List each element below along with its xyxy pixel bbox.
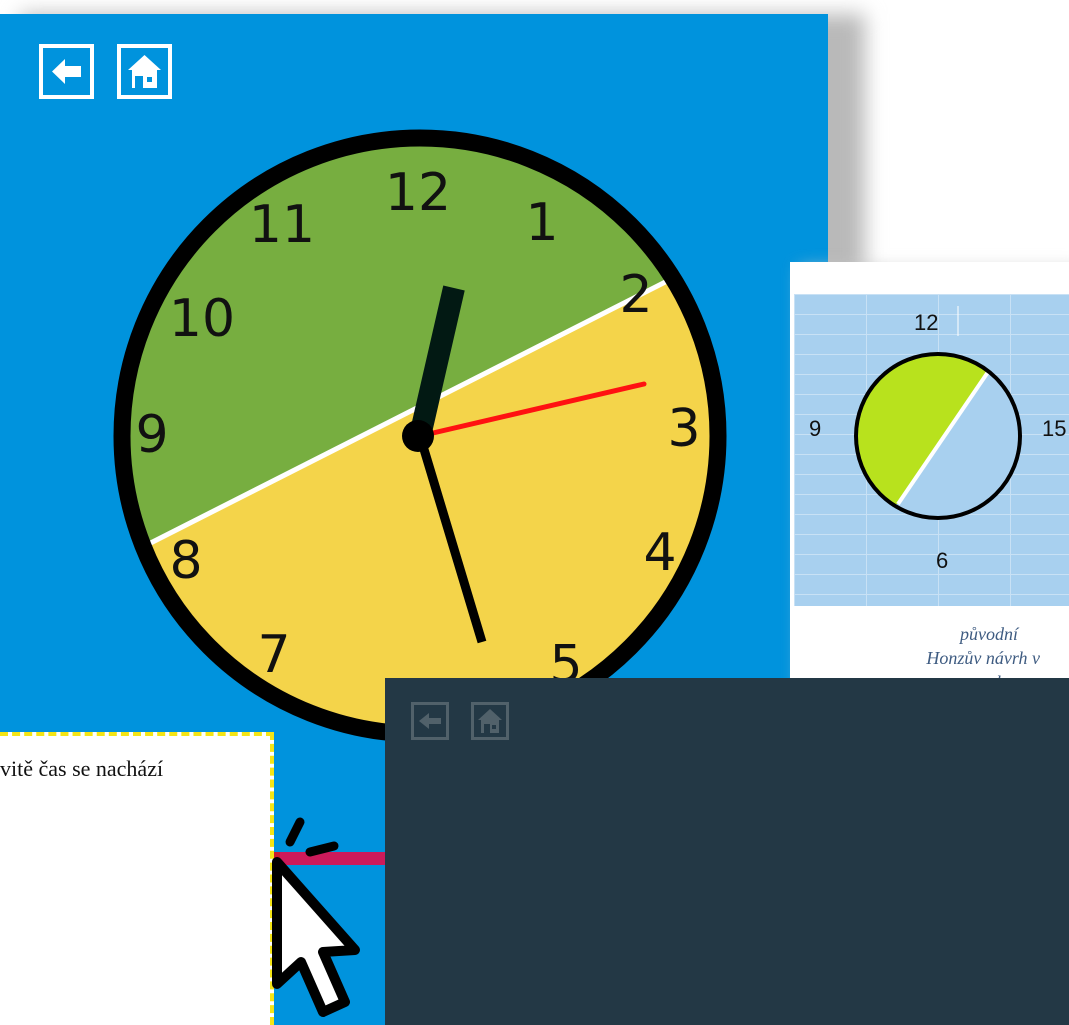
clock-number-9: 9 — [135, 405, 168, 465]
clock-center-pin — [402, 420, 434, 452]
clock-number-4: 4 — [643, 523, 676, 583]
excel-label-bottom: 6 — [936, 548, 949, 573]
dark-home-button[interactable] — [471, 702, 509, 740]
clock-number-12: 12 — [385, 163, 451, 223]
clock-number-2: 2 — [619, 265, 652, 325]
dark-preview-window — [385, 678, 1069, 1025]
excel-grid — [794, 294, 1069, 606]
caption-line-1: původní — [960, 624, 1018, 644]
clock-number-7: 7 — [257, 625, 290, 685]
arrow-left-icon — [419, 713, 441, 729]
clock-number-8: 8 — [169, 531, 202, 591]
excel-clock — [854, 306, 1022, 520]
clock-number-10: 10 — [169, 289, 235, 349]
excel-label-right: 15 — [1042, 416, 1067, 441]
dark-back-button[interactable] — [411, 702, 449, 740]
excel-label-top: 12 — [914, 310, 939, 335]
tooltip-text: vitě čas se nachází — [0, 756, 164, 781]
mouse-cursor-icon — [272, 857, 360, 1017]
home-icon — [478, 709, 502, 733]
clock-number-11: 11 — [249, 195, 315, 255]
clock-number-1: 1 — [525, 193, 558, 253]
caption-line-2: Honzův návrh v — [926, 648, 1040, 668]
clock-number-3: 3 — [667, 399, 700, 459]
excel-label-left: 9 — [809, 416, 822, 441]
